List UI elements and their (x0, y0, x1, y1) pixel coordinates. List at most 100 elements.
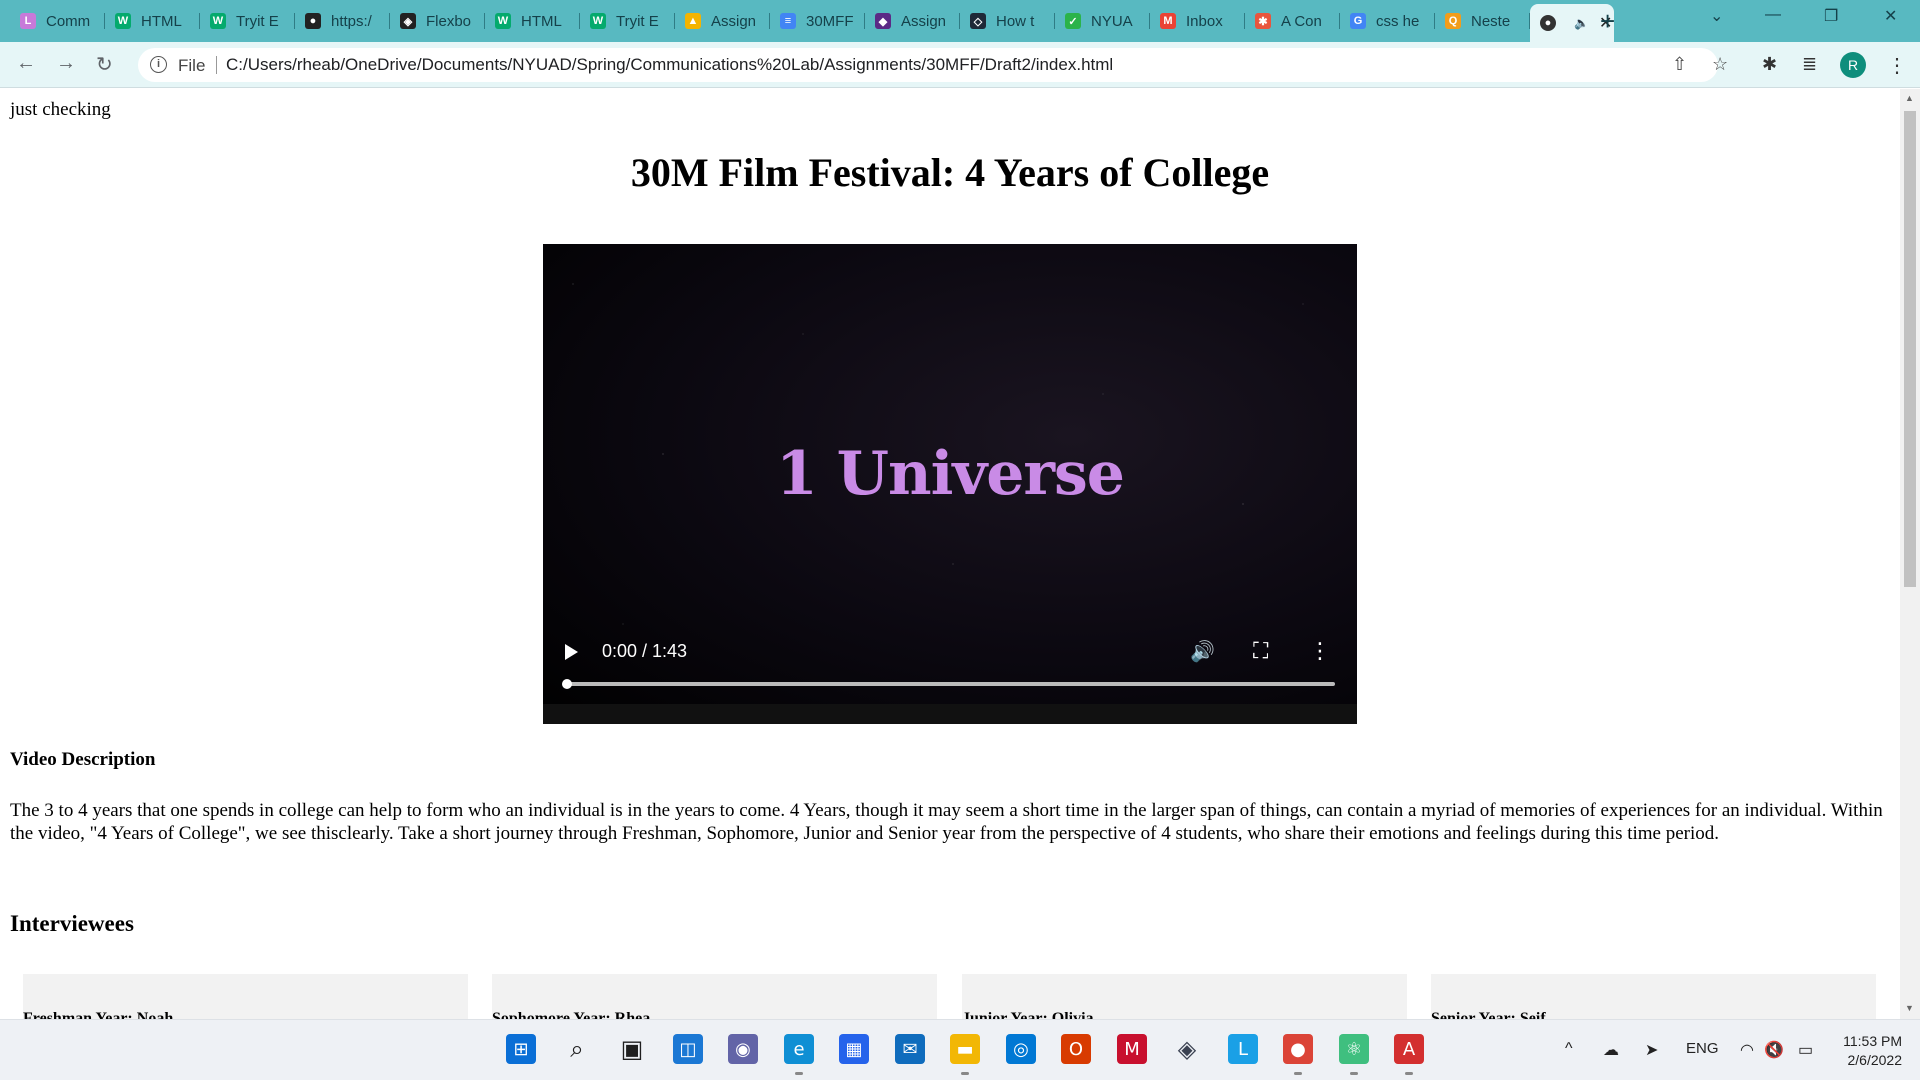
tab-favicon-icon: W (495, 13, 511, 29)
new-tab-button[interactable]: + (1600, 6, 1615, 37)
scroll-up-arrow-icon[interactable]: ▲ (1905, 93, 1914, 103)
running-indicator (1294, 1072, 1302, 1075)
store-icon[interactable]: ▦ (839, 1034, 869, 1064)
browser-tab[interactable]: ✱ A Con (1245, 6, 1340, 36)
mcafee-icon[interactable]: M (1117, 1034, 1147, 1064)
3d-viewer-icon[interactable]: ◈ (1172, 1034, 1202, 1064)
tab-favicon-icon: W (210, 13, 226, 29)
wifi-icon[interactable]: ◠ (1740, 1040, 1754, 1060)
search-icon[interactable]: ⌕ (562, 1034, 592, 1064)
cortana-icon[interactable]: ◎ (1006, 1034, 1036, 1064)
profile-avatar[interactable]: R (1840, 52, 1866, 78)
page-scrollbar[interactable]: ▲ ▼ (1900, 89, 1920, 1019)
site-info-icon[interactable]: i (150, 56, 167, 73)
bookmark-star-icon[interactable]: ☆ (1712, 54, 1728, 75)
atom-icon[interactable]: ⚛ (1339, 1034, 1369, 1064)
video-description-heading: Video Description (10, 749, 156, 770)
back-button[interactable]: ← (16, 52, 36, 75)
scheme-label: File (178, 56, 206, 75)
close-window-button[interactable]: ✕ (1884, 6, 1897, 26)
tab-title: Comm (46, 12, 91, 30)
clock-date: 2/6/2022 (1847, 1052, 1903, 1068)
reload-button[interactable]: ↻ (96, 52, 113, 77)
browser-tab[interactable]: M Inbox (1150, 6, 1245, 36)
browser-tab[interactable]: ✓ NYUA (1055, 6, 1150, 36)
tab-title: Neste (1471, 12, 1511, 30)
browser-tab[interactable]: W Tryit E (200, 6, 295, 36)
forward-button[interactable]: → (56, 52, 76, 75)
volume-icon[interactable]: 🔊 (1190, 639, 1215, 663)
tab-favicon-icon: L (20, 13, 36, 29)
address-bar[interactable]: i File C:/Users/rheab/OneDrive/Documents… (138, 48, 1728, 82)
mail-icon[interactable]: ✉ (895, 1034, 925, 1064)
browser-toolbar: ← → ↻ i File C:/Users/rheab/OneDrive/Doc… (0, 42, 1920, 88)
tab-title: Assign (901, 12, 947, 30)
tab-title: HTML (141, 12, 182, 30)
browser-tab[interactable]: Q Neste (1435, 6, 1530, 36)
media-control-icon[interactable]: ≣ (1802, 54, 1817, 75)
interviewee-label: Sophomore Year: Rhea (492, 1010, 651, 1019)
tab-favicon-icon: G (1350, 13, 1366, 29)
widgets-icon[interactable]: ◫ (673, 1034, 703, 1064)
teams-chat-icon[interactable]: ◉ (728, 1034, 758, 1064)
edge-icon[interactable]: e (784, 1034, 814, 1064)
scrollbar-thumb[interactable] (1904, 111, 1916, 587)
volume-muted-icon[interactable]: 🔇 (1764, 1040, 1784, 1060)
play-icon[interactable] (565, 644, 578, 660)
tab-favicon-icon: W (115, 13, 131, 29)
video-player[interactable]: 1 Universe 0:00 / 1:43 🔊 ⛶ ⋮ (543, 244, 1357, 724)
page-title: 30M Film Festival: 4 Years of College (630, 150, 1270, 195)
office-icon[interactable]: O (1061, 1034, 1091, 1064)
browser-tab[interactable]: W HTML (105, 6, 200, 36)
browser-tab[interactable]: ◆ Assign (865, 6, 960, 36)
interviewees-heading: Interviewees (10, 911, 134, 936)
restore-button[interactable]: ❐ (1824, 6, 1838, 26)
onedrive-icon[interactable]: ☁ (1603, 1040, 1619, 1060)
video-progress-bar[interactable] (562, 679, 1335, 689)
running-indicator (795, 1072, 803, 1075)
tab-title: Inbox (1186, 12, 1223, 30)
browser-menu-icon[interactable]: ⋮ (1887, 53, 1907, 78)
file-explorer-icon[interactable]: ▬ (950, 1034, 980, 1064)
tab-audio-icon[interactable]: 🔈 (1574, 16, 1589, 30)
browser-tab[interactable]: W HTML (485, 6, 580, 36)
video-time: 0:00 / 1:43 (602, 641, 688, 661)
debug-text: just checking (10, 99, 111, 120)
running-indicator (961, 1072, 969, 1075)
acrobat-icon[interactable]: A (1394, 1034, 1424, 1064)
browser-tab[interactable]: Gcss he (1340, 6, 1435, 36)
browser-tab[interactable]: L Comm (10, 6, 105, 36)
browser-tab[interactable]: ◈ Flexbo (390, 6, 485, 36)
minimize-button[interactable]: — (1765, 6, 1781, 24)
tab-title: How t (996, 12, 1035, 30)
language-indicator[interactable]: ENG (1686, 1040, 1719, 1057)
tab-title: A Con (1281, 12, 1322, 30)
more-options-icon[interactable]: ⋮ (1309, 639, 1331, 664)
location-icon[interactable]: ➤ (1645, 1040, 1658, 1060)
tab-search-dropdown-icon[interactable]: ⌄ (1710, 6, 1723, 26)
browser-tab[interactable]: W Tryit E (580, 6, 675, 36)
url-text[interactable]: C:/Users/rheab/OneDrive/Documents/NYUAD/… (226, 55, 1113, 75)
tray-overflow-icon[interactable]: ^ (1565, 1040, 1573, 1058)
browser-tab[interactable]: ≡ 30MFF (770, 6, 865, 36)
browser-tab[interactable]: ● https:/ (295, 6, 390, 36)
extensions-icon[interactable]: ✱ (1762, 54, 1777, 75)
battery-icon[interactable]: ▭ (1798, 1040, 1813, 1060)
system-clock[interactable]: 11:53 PM 2/6/2022 (1838, 1032, 1902, 1070)
interviewee-label: Senior Year: Seif (1431, 1010, 1546, 1019)
start-icon[interactable]: ⊞ (506, 1034, 536, 1064)
running-indicator (1405, 1072, 1413, 1075)
tab-strip: L Comm W HTML W Tryit E ● https:/◈ Flexbo W HTML W T… (0, 0, 1920, 42)
share-icon[interactable]: ⇧ (1672, 54, 1687, 75)
tab-title: Flexbo (426, 12, 472, 30)
tab-title: https:/ (331, 12, 372, 30)
chrome-icon[interactable]: ● (1283, 1034, 1313, 1064)
video-progress-knob[interactable] (562, 679, 572, 689)
browser-tab[interactable]: ▲ Assign (675, 6, 770, 36)
task-view-icon[interactable]: ▣ (617, 1034, 647, 1064)
l-app-icon[interactable]: L (1228, 1034, 1258, 1064)
scroll-down-arrow-icon[interactable]: ▼ (1905, 1003, 1914, 1013)
fullscreen-icon[interactable]: ⛶ (1253, 639, 1268, 664)
browser-tab[interactable]: ◇ How t (960, 6, 1055, 36)
tab-favicon-icon: ◇ (970, 13, 986, 29)
